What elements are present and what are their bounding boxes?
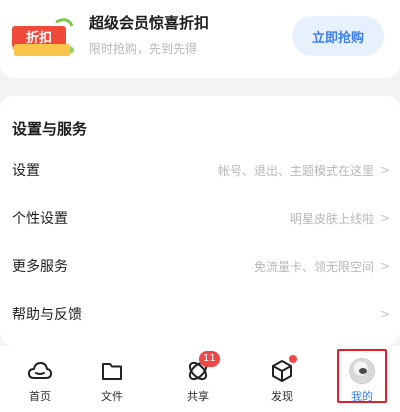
tab-label: 首页 (29, 390, 51, 403)
chevron-right-icon: > (379, 163, 390, 177)
chevron-right-icon: > (379, 307, 390, 321)
row-label: 更多服务 (12, 259, 68, 275)
promo-subtitle: 限时抢购，先到先得 (89, 42, 198, 56)
cube-icon-wrap (269, 355, 297, 384)
chevron-right-icon: > (379, 211, 390, 225)
settings-row-more-services[interactable]: 更多服务 免流量卡、领无限空间 > (0, 242, 400, 290)
row-label: 帮助与反馈 (12, 307, 82, 323)
row-description: 免流量卡、领无限空间 (253, 259, 374, 274)
promo-badge-text: 折扣 (26, 30, 52, 46)
folder-icon (102, 363, 122, 380)
row-label: 个性设置 (12, 211, 68, 227)
share-icon-wrap: 11 (185, 351, 220, 384)
tab-label: 文件 (101, 390, 123, 403)
promo-title: 超级会员惊喜折扣 (89, 14, 210, 32)
discount-badge-icon: 折扣 (12, 18, 74, 56)
tab-home[interactable]: 首页 (0, 346, 80, 412)
row-description: 帐号、退出、主题模式在这里 (217, 163, 374, 178)
tab-files[interactable]: 文件 (72, 346, 152, 412)
active-tab-highlight (337, 349, 387, 403)
cloud-icon (28, 362, 52, 379)
buy-now-button[interactable]: 立即抢购 (292, 16, 384, 56)
chevron-right-icon: > (379, 259, 390, 273)
tab-discover[interactable]: 发现 (242, 346, 322, 412)
section-title: 设置与服务 (12, 120, 88, 138)
tab-label: 发现 (271, 390, 293, 403)
row-label: 设置 (12, 163, 40, 179)
notification-dot (289, 355, 297, 363)
tab-label: 共享 (187, 390, 209, 403)
row-description: 明星皮肤上线啦 (289, 211, 374, 226)
tab-share[interactable]: 11 共享 (158, 346, 238, 412)
share-count-badge: 11 (199, 351, 220, 367)
settings-row-settings[interactable]: 设置 帐号、退出、主题模式在这里 > (0, 146, 400, 194)
settings-row-help-feedback[interactable]: 帮助与反馈 > (0, 290, 400, 338)
settings-row-personalization[interactable]: 个性设置 明星皮肤上线啦 > (0, 194, 400, 242)
settings-services-card: 设置与服务 设置 帐号、退出、主题模式在这里 > 个性设置 明星皮肤上线啦 > … (0, 96, 400, 346)
promo-card[interactable]: 折扣 超级会员惊喜折扣 限时抢购，先到先得 立即抢购 (0, 0, 400, 78)
